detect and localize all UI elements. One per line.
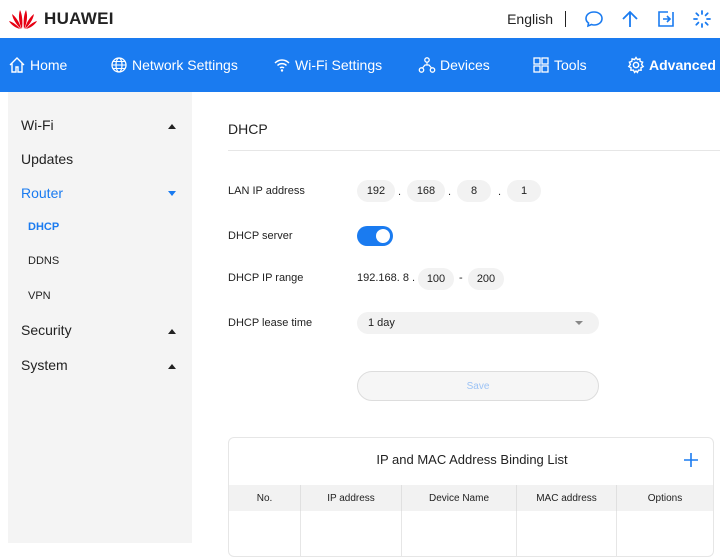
huawei-flower-icon [9, 10, 37, 29]
sidebar: Wi-Fi Updates Router DHCP DDNS VPN Secur… [8, 92, 192, 543]
logout-icon[interactable] [648, 0, 684, 38]
ip-dot: . [498, 186, 502, 198]
nav-devices[interactable]: Devices [418, 38, 490, 92]
nav-wifi-settings[interactable]: Wi-Fi Settings [273, 38, 382, 92]
table-cell [617, 511, 713, 557]
table-cell [517, 511, 617, 557]
column-header-no: No. [229, 485, 301, 511]
wifi-icon [274, 59, 290, 72]
nav-wifi-settings-label: Wi-Fi Settings [295, 57, 383, 73]
nav-advanced[interactable]: Advanced [627, 38, 716, 92]
loading-spinner-icon [684, 0, 720, 38]
title-divider [228, 150, 720, 151]
table-cell [402, 511, 517, 557]
lease-time-select[interactable]: 1 day [357, 312, 599, 334]
ip-dot: . [448, 186, 452, 198]
main-nav: Home Network Settings Wi-Fi Settings Dev… [0, 38, 720, 92]
ip-mac-binding-card: IP and MAC Address Binding List No. IP a… [228, 437, 714, 557]
table-cell [229, 511, 301, 557]
sidebar-item-router[interactable]: Router [21, 185, 63, 201]
caret-up-icon[interactable] [168, 364, 176, 369]
chat-icon[interactable] [576, 0, 612, 38]
nav-network-settings[interactable]: Network Settings [110, 38, 238, 92]
sidebar-item-vpn[interactable]: VPN [28, 290, 51, 302]
dhcp-range-prefix: 192.168. 8 . [357, 272, 416, 284]
lan-ip-octet-2[interactable]: 168 [407, 180, 445, 202]
nav-devices-label: Devices [440, 57, 490, 73]
dhcp-server-label: DHCP server [228, 230, 293, 242]
divider [565, 11, 566, 27]
sidebar-item-dhcp[interactable]: DHCP [28, 221, 59, 233]
language-selector[interactable]: English [507, 11, 553, 27]
top-bar: HUAWEI English [0, 0, 720, 38]
column-header-mac: MAC address [517, 485, 617, 511]
tools-icon [533, 57, 549, 73]
binding-table-header: No. IP address Device Name MAC address O… [229, 485, 713, 511]
range-dash: - [459, 272, 463, 284]
column-header-device-name: Device Name [402, 485, 517, 511]
column-header-ip: IP address [301, 485, 402, 511]
column-header-options: Options [647, 492, 683, 504]
sidebar-item-updates[interactable]: Updates [21, 151, 73, 167]
sidebar-item-wifi[interactable]: Wi-Fi [21, 117, 54, 133]
sidebar-item-system[interactable]: System [21, 357, 68, 373]
lan-ip-octet-4[interactable]: 1 [507, 180, 541, 202]
nav-home[interactable]: Home [8, 38, 67, 92]
chevron-down-icon [575, 321, 583, 325]
top-actions: English [507, 0, 720, 38]
nav-tools[interactable]: Tools [532, 38, 587, 92]
caret-up-icon[interactable] [168, 124, 176, 129]
lan-ip-label: LAN IP address [228, 185, 305, 197]
globe-icon [111, 57, 127, 73]
page-title: DHCP [228, 121, 268, 137]
add-icon[interactable] [683, 452, 699, 468]
binding-list-title: IP and MAC Address Binding List [376, 452, 568, 467]
caret-down-icon[interactable] [168, 191, 176, 196]
huawei-logo: HUAWEI [8, 8, 114, 30]
nav-advanced-label: Advanced [649, 57, 716, 73]
brand-name: HUAWEI [44, 9, 114, 28]
upload-arrow-icon[interactable] [612, 0, 648, 38]
toggle-knob [376, 229, 390, 243]
home-icon [9, 57, 25, 73]
devices-icon [418, 57, 436, 73]
sidebar-item-security[interactable]: Security [21, 322, 72, 338]
table-cell [301, 511, 402, 557]
lan-ip-octet-3[interactable]: 8 [457, 180, 491, 202]
nav-home-label: Home [30, 57, 68, 73]
binding-table-body [229, 511, 713, 557]
lease-time-value: 1 day [368, 317, 395, 329]
caret-up-icon[interactable] [168, 329, 176, 334]
nav-tools-label: Tools [554, 57, 587, 73]
dhcp-range-start-input[interactable]: 100 [418, 268, 454, 290]
dhcp-range-end-input[interactable]: 200 [468, 268, 504, 290]
sidebar-item-ddns[interactable]: DDNS [28, 255, 59, 267]
ip-dot: . [398, 186, 402, 198]
save-button[interactable]: Save [357, 371, 599, 401]
dhcp-server-toggle[interactable] [357, 226, 393, 246]
lease-time-label: DHCP lease time [228, 317, 313, 329]
gear-icon [627, 56, 645, 74]
dhcp-range-label: DHCP IP range [228, 272, 304, 284]
nav-network-settings-label: Network Settings [132, 57, 238, 73]
lan-ip-octet-1[interactable]: 192 [357, 180, 395, 202]
